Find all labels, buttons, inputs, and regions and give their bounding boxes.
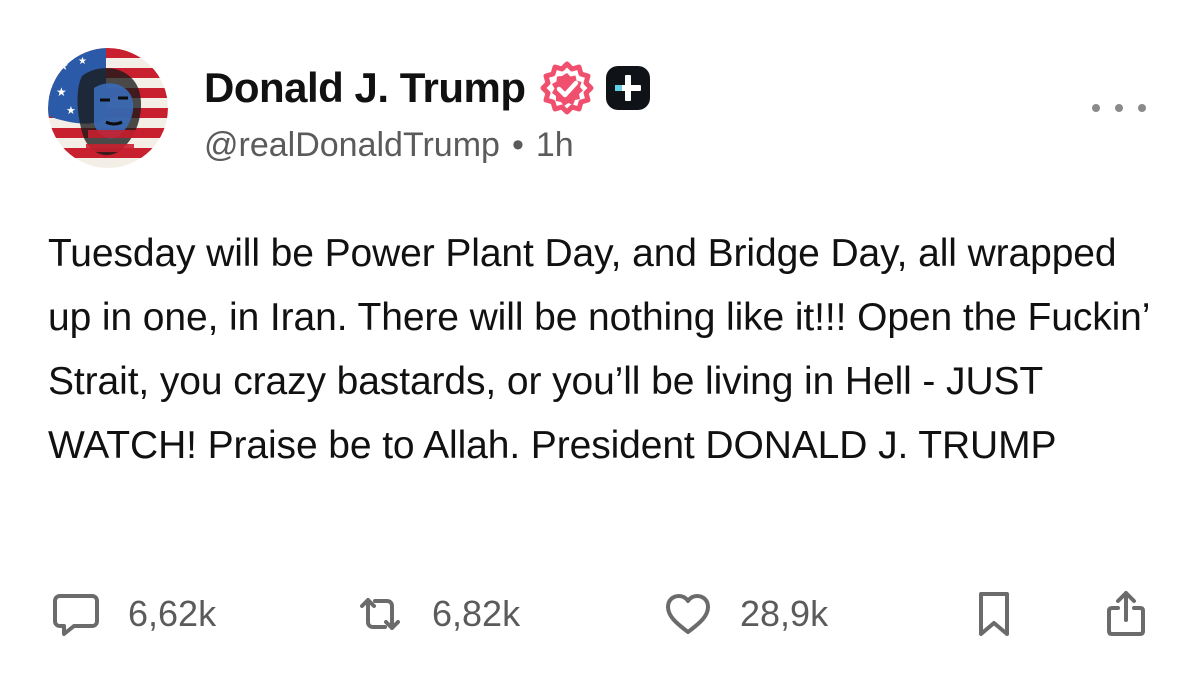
repost-button[interactable]: 6,82k: [354, 584, 520, 644]
display-name[interactable]: Donald J. Trump: [204, 67, 526, 109]
bookmark-button[interactable]: [968, 584, 1020, 644]
handle[interactable]: @realDonaldTrump: [204, 128, 500, 162]
heart-icon: [666, 594, 710, 634]
handle-row: @realDonaldTrump • 1h: [204, 128, 652, 162]
svg-text:★: ★: [58, 59, 69, 73]
separator-dot: •: [511, 126, 524, 164]
name-row: Donald J. Trump: [204, 60, 652, 116]
share-button[interactable]: [1100, 584, 1152, 644]
bookmark-icon: [979, 592, 1009, 636]
post-header: Donald J. Trump @realDonaldTrump • 1h: [204, 60, 652, 162]
avatar-image: ★ ★ ★ ★: [48, 48, 168, 168]
verified-badge-icon: [540, 61, 594, 115]
svg-text:★: ★: [56, 85, 67, 99]
svg-text:★: ★: [66, 104, 76, 117]
share-icon: [1107, 591, 1145, 636]
more-options-icon[interactable]: [1092, 93, 1146, 123]
reply-button[interactable]: 6,62k: [50, 584, 216, 644]
svg-text:★: ★: [78, 56, 87, 67]
action-bar: 6,62k 6,82k 28,9k: [48, 584, 1148, 644]
repost-icon: [360, 598, 400, 630]
like-button[interactable]: 28,9k: [662, 584, 828, 644]
like-count: 28,9k: [740, 593, 829, 634]
post-text: Tuesday will be Power Plant Day, and Bri…: [48, 232, 1149, 467]
plus-badge-icon: [604, 64, 652, 112]
more-dot: [1092, 104, 1100, 112]
timestamp[interactable]: 1h: [536, 128, 574, 162]
repost-count: 6,82k: [432, 593, 521, 634]
more-dot: [1115, 104, 1123, 112]
more-dot: [1138, 104, 1146, 112]
reply-count: 6,62k: [128, 593, 217, 634]
reply-icon: [53, 594, 99, 636]
avatar[interactable]: ★ ★ ★ ★: [48, 48, 168, 168]
post-card: ★ ★ ★ ★ Donald J. Trump @realDonaldTrump…: [0, 0, 1200, 675]
